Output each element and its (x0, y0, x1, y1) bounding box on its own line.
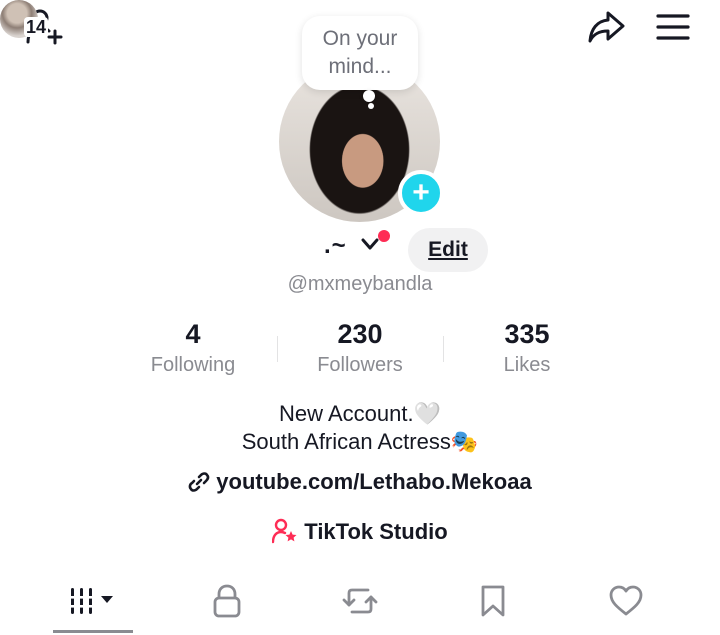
videos-grid-icon (67, 584, 119, 623)
bookmark-icon (478, 583, 508, 624)
following-count: 4 (185, 319, 201, 349)
stat-divider (443, 336, 444, 362)
heart-icon (607, 583, 645, 624)
note-bubble-tail (363, 90, 375, 102)
stat-likes[interactable]: 335 Likes (452, 318, 602, 380)
bio-line-2: South African Actress🎭 (241, 429, 479, 454)
note-bubble-tail-small (368, 103, 374, 109)
notification-dot (378, 230, 390, 242)
menu-icon[interactable] (650, 4, 696, 50)
tiktok-studio-button[interactable]: TikTok Studio (0, 518, 720, 550)
followers-label: Followers (317, 354, 403, 376)
note-bubble[interactable]: On your mind... (302, 16, 418, 90)
note-text: On your mind... (322, 27, 398, 78)
bio-link-text: youtube.com/Lethabo.Mekoaa (216, 469, 532, 494)
active-tab-indicator (53, 630, 133, 633)
display-name[interactable]: .~ (324, 232, 347, 260)
link-icon (188, 471, 210, 499)
tab-favorites[interactable] (453, 576, 533, 630)
likes-count: 335 (504, 319, 550, 349)
following-label: Following (150, 354, 236, 376)
edit-profile-button[interactable]: Edit (408, 228, 488, 272)
tab-videos[interactable] (53, 576, 133, 630)
stat-following[interactable]: 4 Following (118, 318, 268, 380)
bio-line-1: New Account.🤍 (279, 401, 441, 426)
studio-icon (272, 518, 298, 550)
followers-count: 230 (337, 319, 383, 349)
tab-liked[interactable] (586, 576, 666, 630)
tiktok-studio-label: TikTok Studio (304, 519, 448, 544)
username: @mxmeybandla (287, 273, 433, 295)
share-icon[interactable] (583, 4, 629, 50)
stat-followers[interactable]: 230 Followers (285, 318, 435, 380)
tab-private[interactable] (187, 576, 267, 630)
chevron-down-icon[interactable] (360, 236, 380, 257)
likes-label: Likes (503, 354, 551, 376)
add-story-button[interactable]: + (398, 170, 444, 216)
tab-reposts[interactable] (320, 576, 400, 630)
bio-link[interactable]: youtube.com/Lethabo.Mekoaa (0, 469, 720, 499)
lock-icon (210, 583, 244, 624)
repost-icon (341, 583, 379, 624)
stat-divider (277, 336, 278, 362)
plus-icon: + (412, 176, 430, 209)
visitor-count: 14 (24, 17, 49, 37)
